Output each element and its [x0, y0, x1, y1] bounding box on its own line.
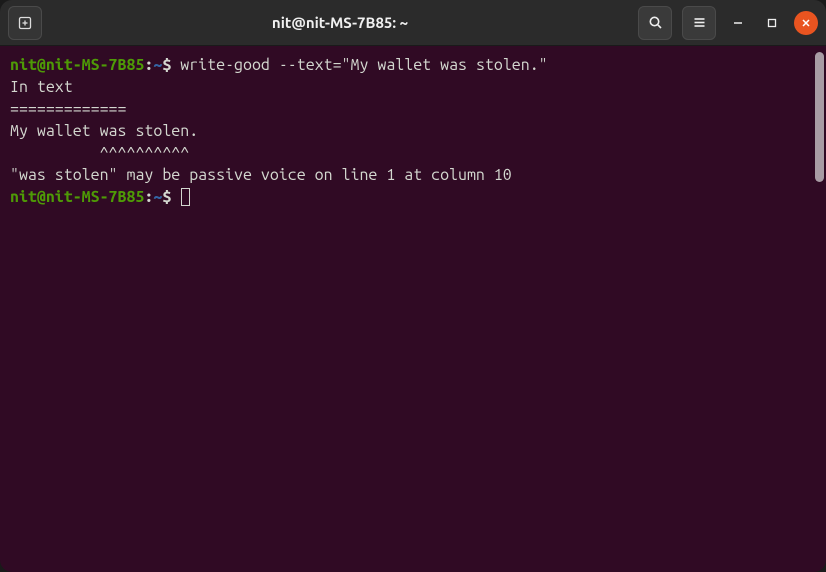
- close-button[interactable]: [794, 11, 818, 35]
- titlebar-right: [638, 6, 818, 40]
- output-line-1: In text: [10, 78, 73, 96]
- prompt-dollar: $: [162, 188, 180, 206]
- maximize-button[interactable]: [760, 11, 784, 35]
- search-button[interactable]: [638, 6, 672, 40]
- prompt-user-host: nit@nit-MS-7B85: [10, 188, 144, 206]
- prompt-user-host: nit@nit-MS-7B85: [10, 56, 144, 74]
- output-line-3: My wallet was stolen.: [10, 122, 198, 140]
- hamburger-icon: [692, 15, 707, 30]
- terminal-content[interactable]: nit@nit-MS-7B85:~$ write-good --text="My…: [0, 46, 826, 572]
- window-titlebar: nit@nit-MS-7B85: ~: [0, 0, 826, 46]
- search-icon: [648, 15, 663, 30]
- menu-button[interactable]: [682, 6, 716, 40]
- minimize-icon: [733, 18, 743, 28]
- maximize-icon: [767, 18, 777, 28]
- new-tab-button[interactable]: [8, 6, 42, 40]
- minimize-button[interactable]: [726, 11, 750, 35]
- scrollbar-thumb[interactable]: [815, 52, 824, 182]
- output-line-2: =============: [10, 100, 126, 118]
- command-text: write-good --text="My wallet was stolen.…: [180, 56, 547, 74]
- prompt-dollar: $: [162, 56, 180, 74]
- titlebar-left: [8, 6, 42, 40]
- output-line-4: ^^^^^^^^^^: [10, 144, 189, 162]
- new-tab-icon: [17, 15, 33, 31]
- terminal-cursor: [181, 188, 190, 206]
- output-line-5: "was stolen" may be passive voice on lin…: [10, 166, 512, 184]
- prompt-path: ~: [153, 56, 162, 74]
- close-icon: [801, 18, 811, 28]
- window-title: nit@nit-MS-7B85: ~: [42, 14, 638, 31]
- prompt-path: ~: [153, 188, 162, 206]
